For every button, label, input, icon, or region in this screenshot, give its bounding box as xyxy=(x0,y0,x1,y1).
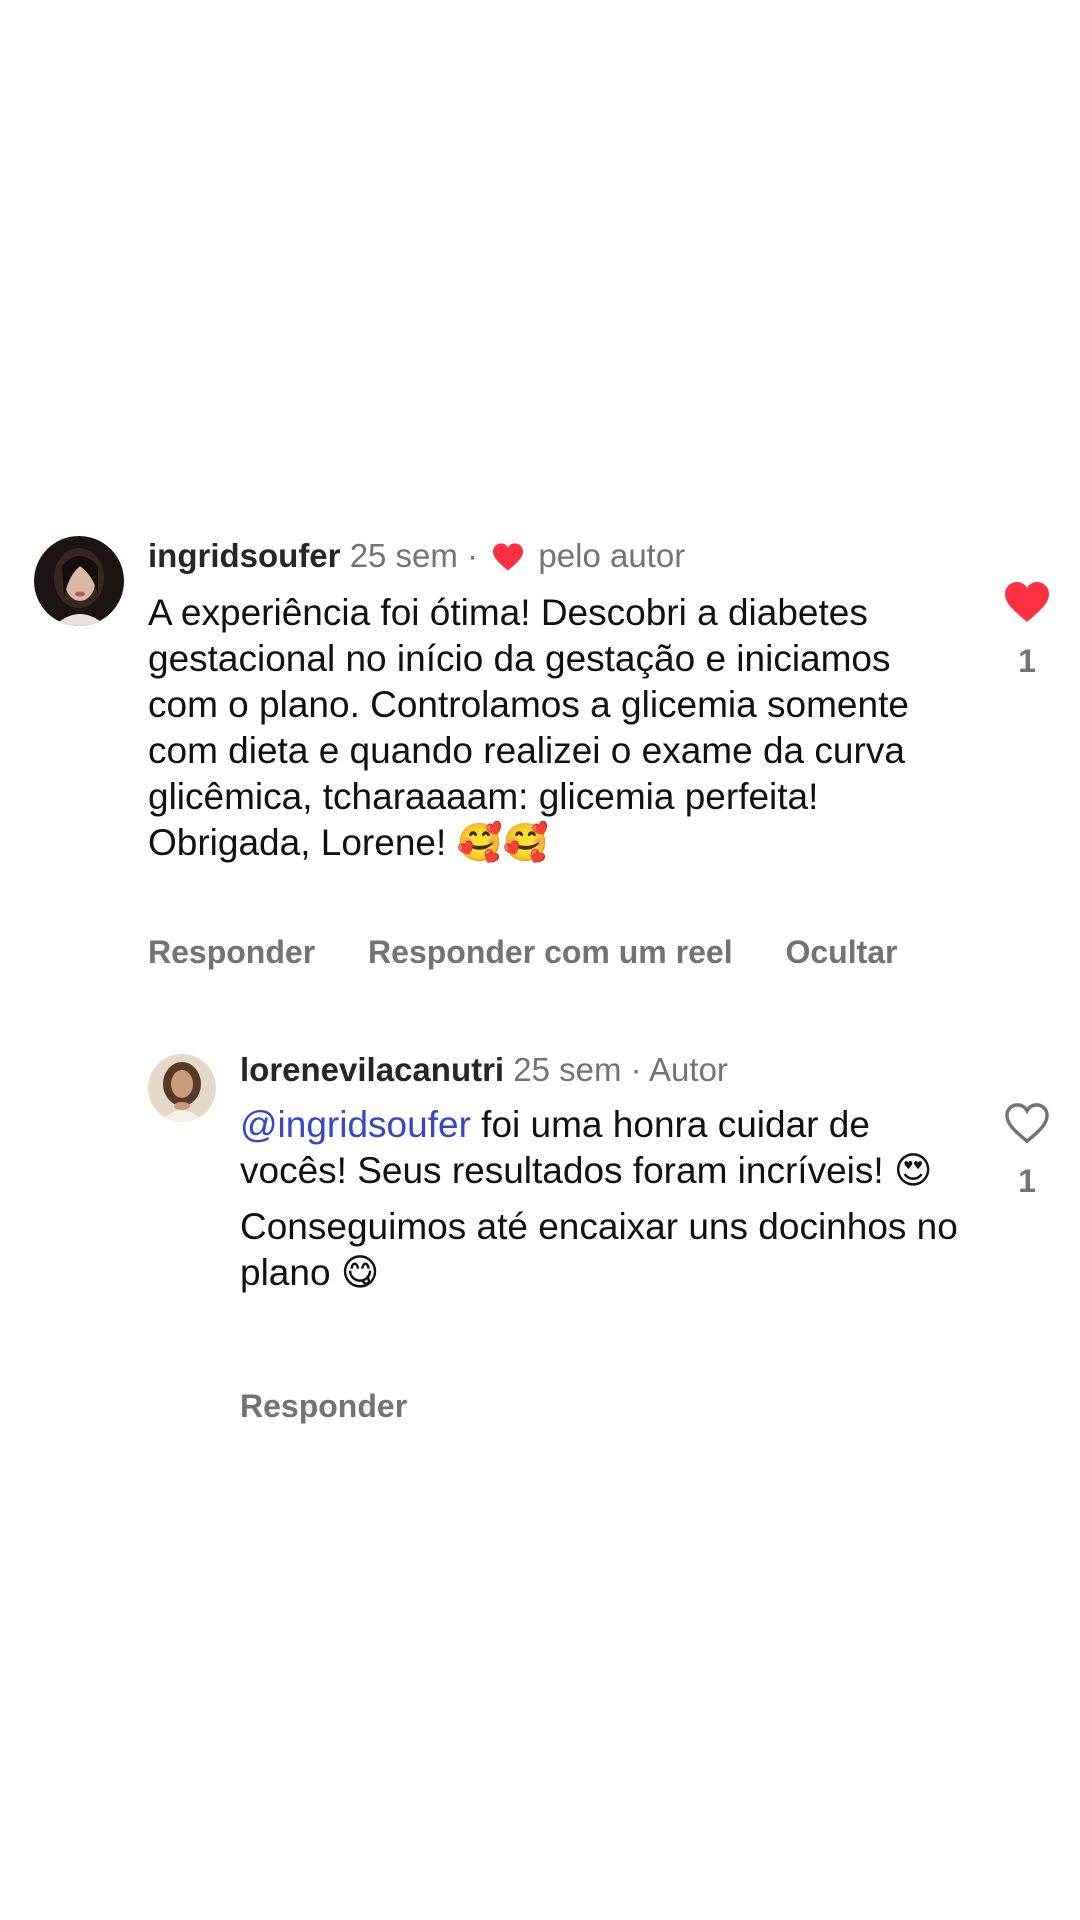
like-button[interactable] xyxy=(992,580,1062,629)
heart-outline-icon xyxy=(1005,1103,1049,1144)
comment-text: A experiência foi ótima! Descobri a diab… xyxy=(148,590,948,866)
like-button[interactable] xyxy=(992,1102,1062,1149)
separator: · xyxy=(467,537,479,574)
avatar-ingridsoufer[interactable] xyxy=(34,536,124,626)
comment-actions: Responder Responder com um reel Ocultar xyxy=(148,932,942,972)
comment-body: A experiência foi ótima! Descobri a diab… xyxy=(148,592,909,863)
username[interactable]: lorenevilacanutri xyxy=(240,1051,504,1088)
author-tag: Autor xyxy=(649,1051,728,1088)
reply-button[interactable]: Responder xyxy=(148,934,315,970)
heart-icon xyxy=(491,541,525,581)
like-column: 1 xyxy=(992,580,1062,680)
separator: · xyxy=(630,1051,642,1088)
heart-filled-icon xyxy=(1005,582,1049,622)
reply-with-reel-button[interactable]: Responder com um reel xyxy=(368,934,733,970)
comment-meta: ingridsoufer 25 sem · pelo autor xyxy=(148,536,685,581)
timestamp: 25 sem xyxy=(349,537,458,574)
like-count: 1 xyxy=(1018,1163,1036,1199)
reply-body-2: Conseguimos até encaixar uns docinhos no… xyxy=(240,1206,958,1293)
timestamp: 25 sem xyxy=(513,1051,622,1088)
reply-line-1: @ingridsoufer foi uma honra cuidar de vo… xyxy=(240,1102,960,1194)
reply-text: @ingridsoufer foi uma honra cuidar de vo… xyxy=(240,1102,960,1296)
username[interactable]: ingridsoufer xyxy=(148,537,341,574)
reply-button[interactable]: Responder xyxy=(240,1388,407,1424)
hide-button[interactable]: Ocultar xyxy=(785,934,897,970)
like-column: 1 xyxy=(992,1102,1062,1200)
comment-meta: lorenevilacanutri 25 sem · Autor xyxy=(240,1050,728,1090)
mention-link[interactable]: @ingridsoufer xyxy=(240,1104,471,1145)
author-like-badge: pelo autor xyxy=(538,537,686,574)
avatar-lorenevilacanutri[interactable] xyxy=(148,1054,216,1122)
reply-actions: Responder xyxy=(240,1386,451,1426)
like-count: 1 xyxy=(1018,643,1036,679)
